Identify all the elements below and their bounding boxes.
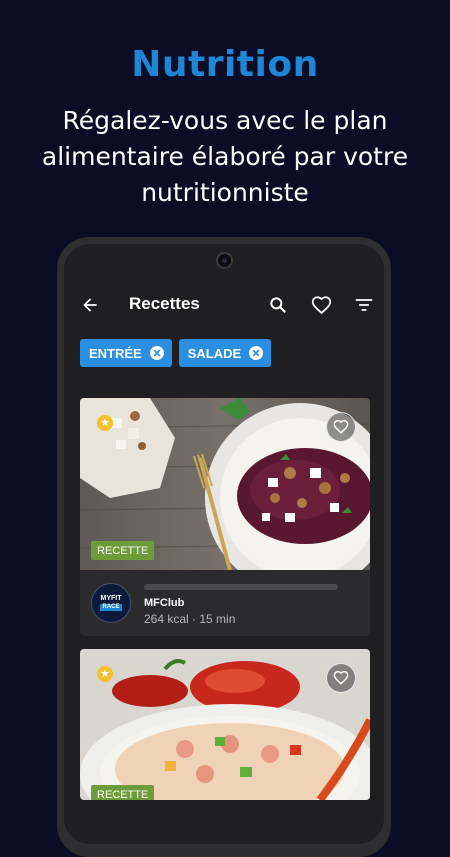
heart-icon xyxy=(311,295,331,314)
filter-button[interactable] xyxy=(350,291,378,319)
chip-label: SALADE xyxy=(187,345,242,361)
recipe-image: ★ RECETTE xyxy=(80,649,370,800)
recipe-card[interactable]: ★ RECETTE xyxy=(80,649,370,800)
featured-star-icon: ★ xyxy=(97,415,113,431)
recipe-author: MFClub xyxy=(144,597,185,609)
avatar-text-bottom: RACE xyxy=(100,604,122,611)
favorite-button[interactable] xyxy=(326,663,356,693)
recipe-meta: 264 kcal · 15 min xyxy=(144,612,236,626)
page-title: Recettes xyxy=(129,294,200,313)
recipe-card[interactable]: ★ RECETTE MYFIT RACE MFClub 264 kcal · 1… xyxy=(80,398,370,636)
heart-icon xyxy=(333,670,349,685)
back-button[interactable] xyxy=(76,291,104,319)
search-icon xyxy=(270,297,286,313)
recipe-tag: RECETTE xyxy=(91,541,155,560)
favorite-button[interactable] xyxy=(326,412,356,442)
chip-label: ENTRÉE xyxy=(89,345,142,361)
recipe-tag: RECETTE xyxy=(91,785,155,800)
heart-icon xyxy=(333,419,349,434)
chip-entree[interactable]: ENTRÉE xyxy=(80,339,172,367)
favorites-button[interactable] xyxy=(307,291,335,319)
avatar-text-top: MYFIT xyxy=(100,595,122,602)
search-button[interactable] xyxy=(264,291,292,319)
app-bar: Recettes xyxy=(64,280,384,330)
featured-star-icon: ★ xyxy=(97,666,113,682)
arrow-left-icon xyxy=(83,298,97,312)
recipe-info: MYFIT RACE MFClub 264 kcal · 15 min xyxy=(80,570,370,636)
hero-subtitle: Régalez-vous avec le plan alimentaire él… xyxy=(41,106,409,207)
recipe-name-placeholder xyxy=(144,584,338,590)
chip-salade[interactable]: SALADE xyxy=(178,339,272,367)
filter-icon xyxy=(355,299,373,311)
filter-chips: ENTRÉE SALADE xyxy=(80,339,272,367)
recipe-image: ★ RECETTE xyxy=(80,398,370,570)
close-circle-icon[interactable] xyxy=(249,346,264,360)
hero-title: Nutrition xyxy=(131,44,319,85)
front-camera xyxy=(216,252,233,269)
close-circle-icon[interactable] xyxy=(149,346,164,360)
avatar: MYFIT RACE xyxy=(91,583,131,623)
